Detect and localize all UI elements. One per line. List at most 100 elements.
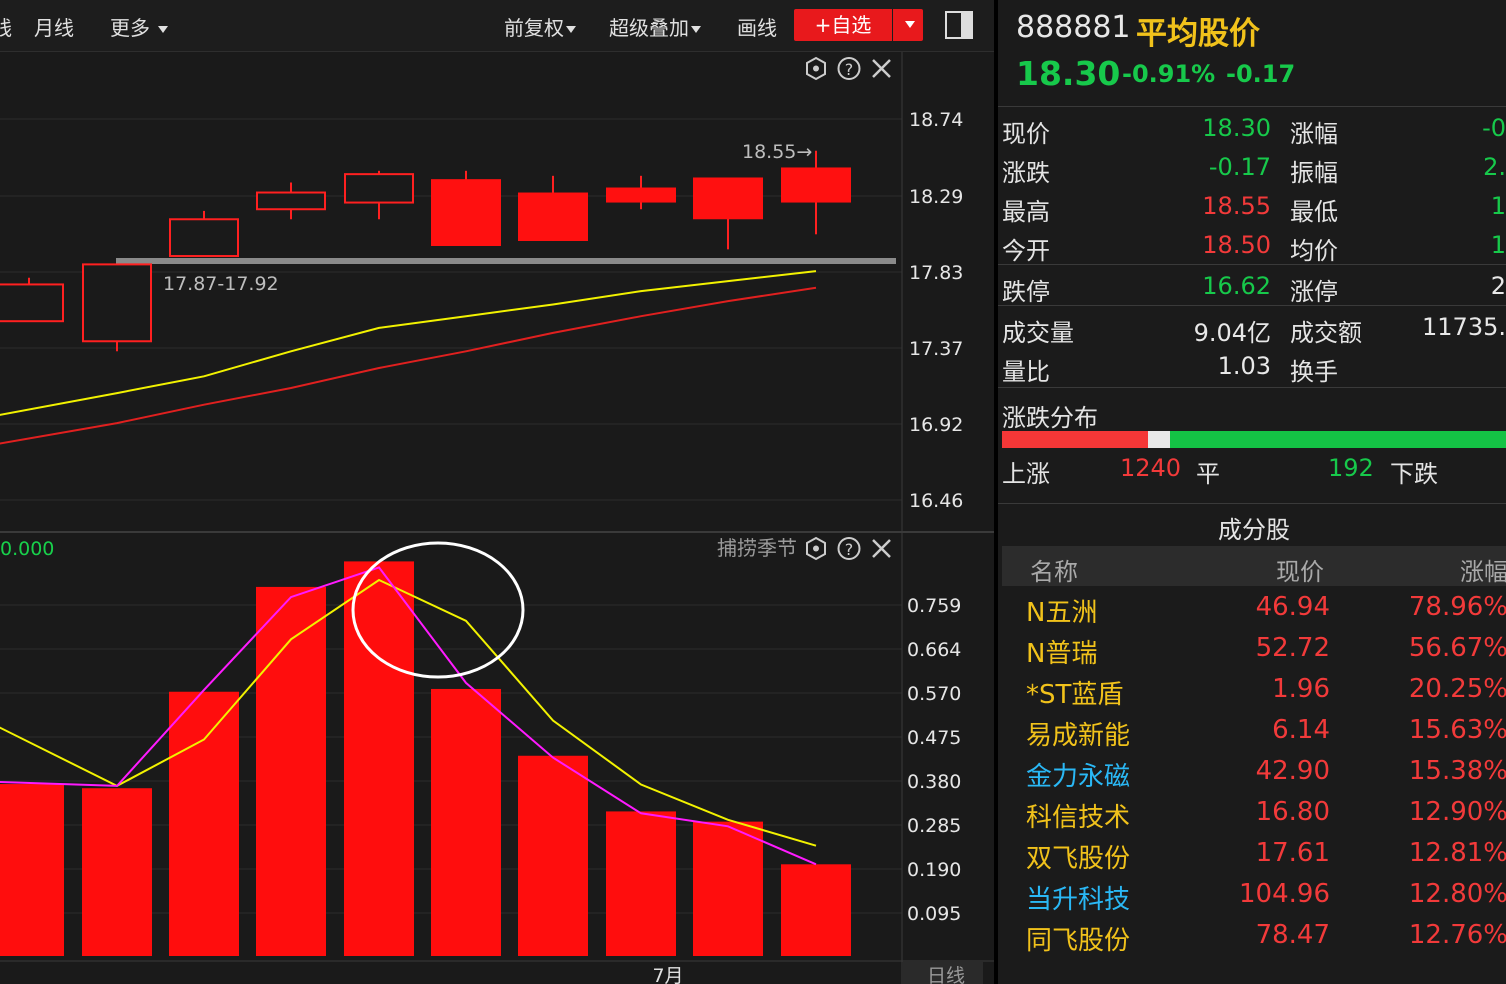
indicator-value: 0.000	[0, 538, 54, 560]
component-price: 46.94	[1255, 592, 1330, 622]
price-tick-label: 18.74	[909, 109, 963, 131]
component-pct: 56.67%	[1408, 633, 1506, 663]
draw-line-button[interactable]: 画线	[737, 12, 777, 41]
layout-toggle-icon[interactable]	[945, 11, 973, 39]
price-tick-label: 16.46	[909, 490, 963, 512]
overlay-dropdown[interactable]: 超级叠加	[609, 12, 701, 41]
indicator-bar	[518, 755, 588, 956]
svg-text:?: ?	[845, 540, 854, 559]
period-label[interactable]: 日线	[927, 965, 965, 984]
change-amount: -0.17	[1226, 60, 1296, 88]
indicator-name: 捕捞季节	[717, 536, 797, 560]
quote-value: 2	[1490, 272, 1506, 300]
candle-body	[518, 192, 588, 241]
more-label: 更多	[110, 16, 150, 40]
chevron-down-icon	[691, 26, 701, 33]
component-row[interactable]: 科信技术 16.80 12.90%	[998, 793, 1506, 834]
candle-body	[344, 173, 414, 204]
more-menu[interactable]: 更多	[110, 12, 169, 41]
component-price: 17.61	[1255, 838, 1330, 868]
component-pct: 12.76%	[1408, 920, 1506, 950]
price-tick-label: 17.37	[909, 338, 963, 360]
component-pct: 15.38%	[1408, 756, 1506, 786]
quote-panel: 888881 平均股价 18.30 -0.91% -0.17 现价 18.30 涨幅…	[994, 0, 1506, 984]
component-pct: 12.90%	[1408, 797, 1506, 827]
component-name: 同飞股份	[1026, 926, 1131, 956]
value-tick-label: 0.095	[907, 903, 961, 925]
component-pct: 12.80%	[1408, 879, 1506, 909]
component-price: 42.90	[1255, 756, 1330, 786]
component-row[interactable]: N五洲 46.94 78.96%	[998, 588, 1506, 629]
quote-value: 1	[1490, 192, 1506, 220]
component-pct: 20.25%	[1408, 674, 1506, 704]
quote-value: 9.04亿	[1193, 319, 1271, 347]
quote-label: 量比	[1002, 358, 1050, 386]
value-tick-label: 0.759	[907, 595, 961, 617]
kline-chart[interactable]: ? 捕捞季节 ? 17.87-17.92 18.55→ 18.7418.2917…	[0, 52, 994, 984]
adjust-dropdown[interactable]: 前复权	[504, 12, 576, 41]
component-name: *ST蓝盾	[1026, 680, 1124, 710]
indicator-bar	[781, 864, 851, 956]
header-pct[interactable]: 涨幅	[1460, 552, 1506, 587]
price-tick-label: 17.83	[909, 262, 963, 284]
indicator-bar	[0, 784, 64, 956]
quote-label: 换手	[1290, 358, 1338, 386]
up-count: 1240	[1120, 454, 1182, 482]
quote-value: 11735.	[1422, 313, 1506, 341]
candle-body	[431, 179, 501, 246]
component-price: 6.14	[1272, 715, 1330, 745]
period-weekly-tab[interactable]: 线	[0, 12, 12, 41]
distribution-flat-segment	[1148, 431, 1170, 448]
component-row[interactable]: 当升科技 104.96 12.80%	[998, 875, 1506, 916]
flat-count: 192	[1328, 454, 1374, 482]
component-name: N五洲	[1026, 598, 1098, 628]
quote-label: 最低	[1290, 198, 1338, 226]
component-row[interactable]: 易成新能 6.14 15.63%	[998, 711, 1506, 752]
component-row[interactable]: 金力永磁 42.90 15.38%	[998, 752, 1506, 793]
component-row[interactable]: 同飞股份 78.47 12.76%	[998, 916, 1506, 957]
chevron-down-icon	[905, 21, 915, 28]
value-tick-label: 0.285	[907, 815, 961, 837]
chevron-down-icon	[566, 26, 576, 33]
candle-body	[0, 283, 64, 323]
down-label: 下跌	[1390, 460, 1438, 488]
indicator-bar	[431, 688, 501, 956]
indicator-bar	[82, 788, 152, 956]
chevron-down-icon	[158, 26, 169, 33]
quote-value: 18.50	[1202, 231, 1271, 259]
component-price: 104.96	[1239, 879, 1330, 909]
component-price: 16.80	[1255, 797, 1330, 827]
stock-name: 平均股价	[1136, 16, 1260, 52]
quote-label: 跌停	[1002, 278, 1050, 306]
value-tick-label: 0.664	[907, 639, 961, 661]
component-row[interactable]: 双飞股份 17.61 12.81%	[998, 834, 1506, 875]
component-pct: 12.81%	[1408, 838, 1506, 868]
quote-label: 涨停	[1290, 278, 1338, 306]
component-price: 52.72	[1255, 633, 1330, 663]
add-favorite-button[interactable]: +自选	[794, 9, 892, 41]
component-row[interactable]: N普瑞 52.72 56.67%	[998, 629, 1506, 670]
component-row[interactable]: *ST蓝盾 1.96 20.25%	[998, 670, 1506, 711]
distribution-down-segment	[1170, 431, 1506, 448]
header-price[interactable]: 现价	[1276, 552, 1324, 587]
component-name: N普瑞	[1026, 639, 1098, 669]
distribution-up-segment	[1002, 431, 1148, 448]
quote-value: 16.62	[1202, 272, 1271, 300]
quote-value: 18.55	[1202, 192, 1271, 220]
quote-label: 成交量	[1002, 319, 1074, 347]
change-percent: -0.91%	[1122, 60, 1216, 88]
chart-area[interactable]: 线 月线 更多 前复权 超级叠加 画线 +自选 ? 捕捞季节 ? 17.87-1…	[0, 0, 994, 984]
candle-body	[781, 167, 851, 203]
indicator-bar	[606, 811, 676, 956]
header-name[interactable]: 名称	[1030, 552, 1078, 587]
component-pct: 15.63%	[1408, 715, 1506, 745]
component-pct: 78.96%	[1408, 592, 1506, 622]
candle-body	[82, 263, 152, 343]
period-monthly-tab[interactable]: 月线	[34, 12, 74, 41]
component-price: 78.47	[1255, 920, 1330, 950]
component-name: 当升科技	[1026, 885, 1131, 915]
up-label: 上涨	[1002, 460, 1050, 488]
quote-label: 今开	[1002, 237, 1050, 265]
add-favorite-dropdown[interactable]	[893, 9, 923, 41]
value-tick-label: 0.570	[907, 683, 961, 705]
